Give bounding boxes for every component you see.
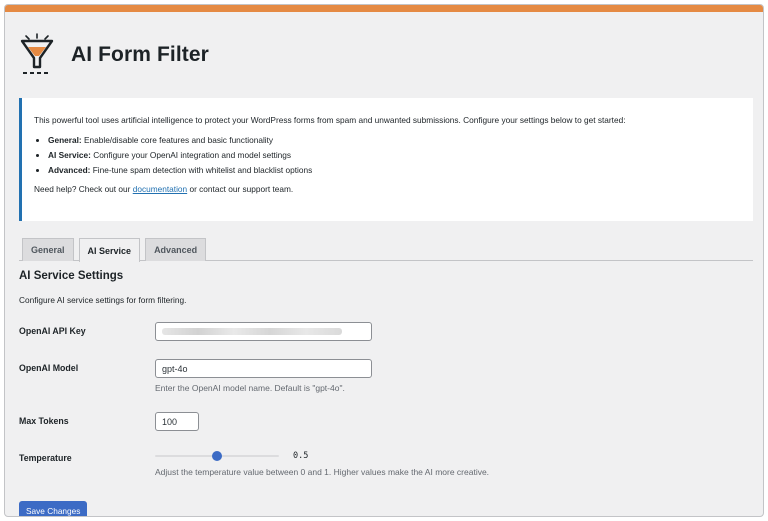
api-key-label: OpenAI API Key xyxy=(19,326,86,336)
notice-item-ai-service: AI Service: Configure your OpenAI integr… xyxy=(48,150,739,161)
page-header: AI Form Filter xyxy=(19,33,209,77)
model-label: OpenAI Model xyxy=(19,363,79,373)
info-notice: This powerful tool uses artificial intel… xyxy=(19,98,753,221)
tab-advanced[interactable]: Advanced xyxy=(145,238,207,261)
tab-general[interactable]: General xyxy=(22,238,74,261)
section-description: Configure AI service settings for form f… xyxy=(19,295,187,305)
temperature-value: 0.5 xyxy=(293,451,309,461)
notice-item-text: Fine-tune spam detection with whitelist … xyxy=(90,165,313,175)
model-help-text: Enter the OpenAI model name. Default is … xyxy=(155,383,345,393)
notice-item-label: AI Service: xyxy=(48,150,91,160)
notice-item-general: General: Enable/disable core features an… xyxy=(48,135,739,146)
notice-list: General: Enable/disable core features an… xyxy=(48,135,739,176)
max-tokens-label: Max Tokens xyxy=(19,416,69,426)
settings-tabs: General AI Service Advanced xyxy=(19,238,753,262)
page-title: AI Form Filter xyxy=(71,43,209,66)
tab-ai-service[interactable]: AI Service xyxy=(78,238,141,262)
masked-api-key xyxy=(162,328,342,335)
documentation-link[interactable]: documentation xyxy=(133,184,187,194)
section-title: AI Service Settings xyxy=(19,270,124,282)
temperature-slider[interactable] xyxy=(155,451,279,461)
notice-item-text: Configure your OpenAI integration and mo… xyxy=(90,150,292,160)
accent-bar xyxy=(5,5,763,12)
notice-item-advanced: Advanced: Fine-tune spam detection with … xyxy=(48,165,739,176)
notice-item-label: Advanced: xyxy=(48,165,91,175)
notice-intro: This powerful tool uses artificial intel… xyxy=(34,115,626,125)
notice-item-label: General: xyxy=(48,135,82,145)
help-suffix: or contact our support team. xyxy=(187,184,294,194)
save-changes-button[interactable]: Save Changes xyxy=(19,501,88,516)
temperature-label: Temperature xyxy=(19,453,72,463)
window-frame: AI Form Filter This powerful tool uses a… xyxy=(4,4,764,517)
notice-help: Need help? Check out our documentation o… xyxy=(34,184,739,195)
help-prefix: Need help? Check out our xyxy=(34,184,133,194)
slider-thumb[interactable] xyxy=(212,451,222,461)
model-input[interactable]: gpt-4o xyxy=(155,359,372,378)
temperature-help-text: Adjust the temperature value between 0 a… xyxy=(155,467,490,477)
funnel-logo-icon xyxy=(20,33,54,74)
notice-item-text: Enable/disable core features and basic f… xyxy=(81,135,274,145)
max-tokens-input[interactable]: 100 xyxy=(155,412,199,431)
api-key-input[interactable] xyxy=(155,322,372,341)
